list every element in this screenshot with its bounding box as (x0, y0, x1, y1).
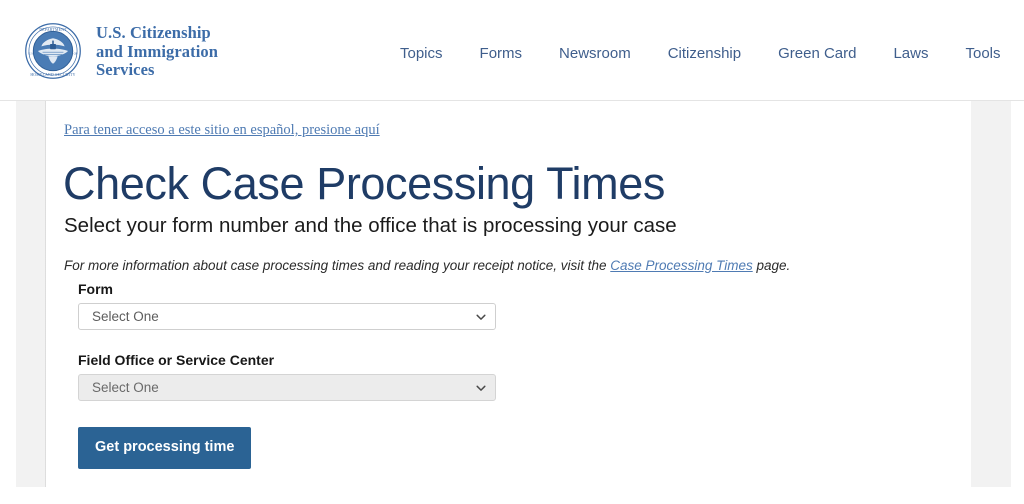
site-logo-text: U.S. Citizenship and Immigration Service… (96, 22, 218, 80)
form-select[interactable]: Select One (78, 303, 496, 330)
primary-navigation: Topics Forms Newsroom Citizenship Green … (400, 45, 1001, 62)
office-select-wrapper: Select One (78, 374, 496, 401)
page-screen: DEPARTMENT HOMELAND SECURITY U.S. OF U.S… (0, 0, 1024, 504)
logo-line-2: and Immigration (96, 41, 219, 61)
nav-item-newsroom[interactable]: Newsroom (559, 45, 631, 62)
page-gutter-right (971, 101, 1011, 487)
dhs-seal-icon: DEPARTMENT HOMELAND SECURITY U.S. OF (25, 23, 81, 79)
nav-item-laws[interactable]: Laws (893, 45, 928, 62)
form-select-wrapper: Select One (78, 303, 496, 330)
nav-item-tools[interactable]: Tools (966, 45, 1001, 62)
nav-item-forms[interactable]: Forms (480, 45, 523, 62)
spanish-site-link[interactable]: Para tener acceso a este sitio en españo… (64, 122, 380, 139)
page-subtitle: Select your form number and the office t… (64, 214, 677, 237)
svg-text:HOMELAND SECURITY: HOMELAND SECURITY (30, 73, 75, 77)
case-processing-times-link[interactable]: Case Processing Times (610, 258, 752, 273)
site-header: DEPARTMENT HOMELAND SECURITY U.S. OF U.S… (0, 0, 1024, 101)
page-title: Check Case Processing Times (63, 158, 665, 209)
office-select[interactable]: Select One (78, 374, 496, 401)
form-field-label: Form (78, 281, 113, 297)
site-logo[interactable]: DEPARTMENT HOMELAND SECURITY U.S. OF U.S… (24, 22, 218, 80)
office-field-label: Field Office or Service Center (78, 352, 275, 368)
nav-item-green-card[interactable]: Green Card (778, 45, 856, 62)
svg-text:OF: OF (74, 51, 78, 55)
svg-text:DEPARTMENT: DEPARTMENT (39, 28, 67, 32)
content-card: Para tener acceso a este sitio en españo… (46, 101, 971, 487)
page-note-suffix: page. (752, 257, 791, 273)
page-gutter-left (16, 101, 46, 487)
page-note: For more information about case processi… (64, 256, 790, 276)
get-processing-time-button[interactable]: Get processing time (78, 427, 252, 469)
page-note-prefix: For more information about case processi… (64, 257, 611, 273)
nav-item-topics[interactable]: Topics (400, 45, 443, 62)
logo-line-3: Services (96, 60, 155, 79)
processing-times-form: Form Select One Field Office or Service … (78, 281, 518, 469)
svg-text:U.S.: U.S. (28, 51, 34, 55)
nav-item-citizenship[interactable]: Citizenship (668, 45, 741, 62)
logo-line-1: U.S. Citizenship (96, 23, 211, 42)
